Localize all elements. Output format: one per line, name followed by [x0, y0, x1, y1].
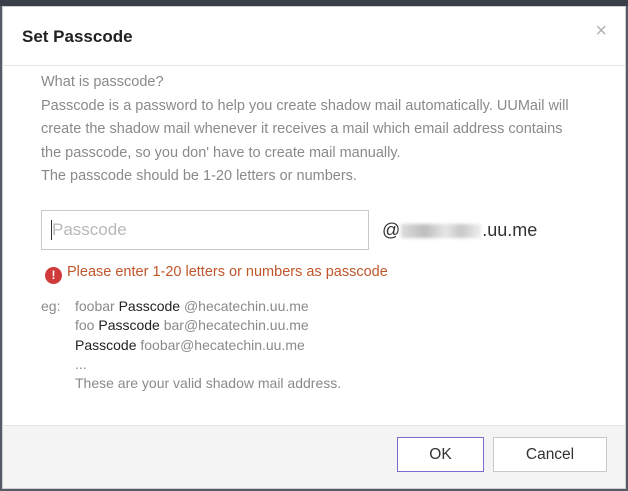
description: What is passcode? Passcode is a password…	[41, 71, 601, 189]
validation-error: ! Please enter 1-20 letters or numbers as…	[45, 264, 388, 284]
mail-domain: @ .uu.me	[382, 220, 537, 241]
example-suffix: bar@hecatechin.uu.me	[159, 317, 309, 334]
text-caret	[51, 220, 52, 240]
redacted-blur	[401, 224, 482, 239]
domain-prefix: @	[382, 220, 401, 240]
example-line: foobar Passcode @hecatechin.uu.me	[75, 297, 341, 316]
example-prefix: foo	[75, 317, 99, 334]
description-line: the passcode, so you don' have to create…	[41, 144, 401, 161]
error-icon: !	[45, 267, 62, 284]
example-passcode: Passcode	[98, 317, 160, 334]
example-suffix: foobar@hecatechin.uu.me	[136, 336, 305, 353]
dialog-footer: OK Cancel	[3, 425, 625, 488]
example-line: Passcode foobar@hecatechin.uu.me	[75, 336, 341, 355]
example-suffix: @hecatechin.uu.me	[180, 298, 309, 314]
example-line: foo Passcode bar@hecatechin.uu.me	[75, 316, 341, 335]
examples-label: eg:	[41, 298, 61, 314]
close-icon[interactable]: ×	[595, 21, 607, 41]
set-passcode-dialog: Set Passcode × What is passcode? Passcod…	[2, 6, 626, 489]
description-line: Passcode is a password to help you creat…	[41, 97, 569, 114]
ok-button[interactable]: OK	[397, 437, 484, 472]
example-passcode: Passcode	[118, 298, 181, 314]
description-rule: The passcode should be 1-20 letters or n…	[41, 168, 357, 184]
description-heading: What is passcode?	[41, 74, 164, 90]
passcode-input[interactable]	[41, 210, 369, 250]
description-line: create the shadow mail whenever it recei…	[41, 121, 563, 137]
domain-suffix: .uu.me	[482, 220, 538, 240]
dialog-title: Set Passcode	[22, 27, 133, 46]
passcode-row: @ .uu.me	[41, 210, 601, 250]
examples-note: These are your valid shadow mail address…	[75, 375, 342, 392]
example-prefix: foobar	[75, 298, 119, 314]
error-message: Please enter 1-20 letters or numbers as …	[67, 264, 388, 280]
example-passcode: Passcode	[75, 336, 137, 353]
examples-list: foobar Passcode @hecatechin.uu.me foo Pa…	[75, 297, 341, 393]
cancel-button[interactable]: Cancel	[493, 437, 607, 472]
dialog-header: Set Passcode ×	[3, 7, 625, 66]
example-ellipsis: ...	[75, 355, 87, 372]
